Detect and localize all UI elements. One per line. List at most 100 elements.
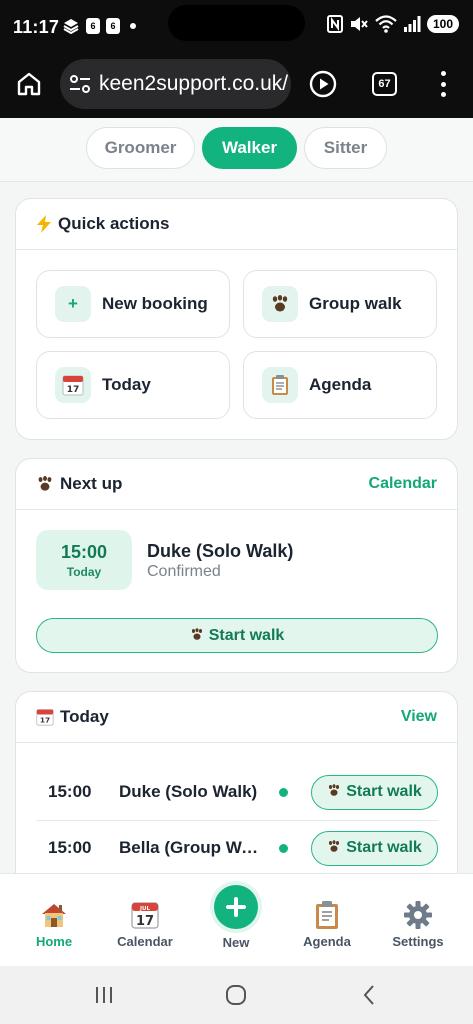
gear-icon — [403, 900, 433, 930]
today-button[interactable]: 17 Today — [36, 351, 230, 419]
nav-agenda-label: Agenda — [303, 934, 351, 949]
nav-settings[interactable]: Settings — [378, 874, 458, 967]
today-row[interactable]: 15:00 Duke (Solo Walk) Start walk — [36, 764, 438, 820]
role-tabs: Groomer Walker Sitter — [0, 118, 473, 182]
house-icon — [39, 900, 69, 930]
tab-switcher-button[interactable]: 67 — [372, 72, 397, 96]
play-circle-icon — [309, 70, 337, 98]
svg-text:17: 17 — [40, 716, 50, 725]
nav-calendar-label: Calendar — [117, 934, 173, 949]
recent-apps-button[interactable] — [91, 983, 117, 1007]
quick-actions-grid: + New booking Group walk 17 Today Agenda — [16, 250, 457, 439]
appointment-time: 15:00 — [60, 541, 108, 562]
paw-icon — [190, 627, 204, 644]
calendar-icon: 17 — [36, 708, 54, 726]
system-home-button[interactable] — [223, 983, 249, 1007]
quick-actions-header: Quick actions — [16, 199, 457, 250]
recent-apps-icon — [96, 987, 112, 1003]
url-text: keen2support.co.uk/ — [99, 72, 289, 95]
next-up-title: Next up — [60, 474, 123, 493]
camera-notch — [168, 5, 305, 41]
site-settings-icon[interactable] — [69, 74, 91, 94]
appointment-time-box: 15:00 Today — [36, 530, 132, 590]
tab-walker[interactable]: Walker — [202, 127, 297, 169]
plus-icon: + — [55, 286, 91, 322]
menu-dot-icon — [440, 81, 446, 87]
start-walk-label: Start walk — [208, 626, 285, 644]
address-bar[interactable]: keen2support.co.uk/ — [60, 59, 291, 109]
lightning-icon — [36, 215, 52, 233]
today-header: 17 Today View — [16, 692, 457, 743]
status-notification-icons: 6 6 — [62, 18, 136, 34]
tab-sitter[interactable]: Sitter — [304, 127, 387, 169]
bottom-nav: Home 17 JUL Calendar New Agenda Settings — [0, 873, 473, 966]
today-label: Today — [102, 375, 151, 394]
appointment-name[interactable]: Duke (Solo Walk) — [147, 541, 293, 562]
svg-text:JUL: JUL — [139, 906, 151, 912]
today-row[interactable]: 15:00 Bella (Group Walk) Start walk — [36, 820, 438, 876]
calendar-link[interactable]: Calendar — [369, 475, 437, 493]
menu-dot-icon — [440, 92, 446, 97]
nav-calendar[interactable]: 17 JUL Calendar — [105, 874, 185, 967]
stack-app-icon — [62, 18, 80, 34]
signal-icon — [403, 16, 421, 32]
browser-toolbar: keen2support.co.uk/ 67 — [0, 50, 473, 118]
start-walk-button[interactable]: Start walk — [311, 830, 438, 866]
back-chevron-icon — [363, 985, 374, 1005]
svg-text:17: 17 — [67, 385, 80, 395]
status-system-icons: 100 — [327, 15, 459, 33]
status-dot-icon — [279, 787, 288, 797]
paw-icon — [327, 784, 341, 800]
media-play-button[interactable] — [309, 70, 337, 98]
paw-icon — [36, 476, 54, 492]
start-walk-button[interactable]: Start walk — [36, 618, 438, 653]
next-up-card: Next up Calendar 15:00 Today Duke (Solo … — [15, 458, 458, 673]
nfc-icon — [327, 15, 343, 33]
group-walk-label: Group walk — [309, 294, 402, 313]
calendar-icon: 17 JUL — [130, 900, 160, 930]
status-dot-icon — [279, 843, 288, 853]
calendar-notification-icon: 6 — [106, 18, 120, 34]
agenda-button[interactable]: Agenda — [243, 351, 437, 419]
view-link[interactable]: View — [401, 708, 437, 726]
paw-icon — [262, 286, 298, 322]
new-fab-button[interactable] — [214, 885, 258, 929]
status-time: 11:17 — [13, 17, 60, 37]
browser-home-button[interactable] — [14, 69, 44, 99]
mute-icon — [349, 15, 369, 33]
system-back-button[interactable] — [356, 983, 382, 1007]
battery-icon: 100 — [427, 15, 459, 33]
home-circle-icon — [226, 985, 246, 1005]
appointment-day: Today — [66, 564, 102, 579]
calendar-notification-icon: 6 — [86, 18, 100, 34]
system-navigation-bar — [0, 966, 473, 1024]
new-booking-button[interactable]: + New booking — [36, 270, 230, 338]
start-walk-label: Start walk — [346, 783, 422, 800]
nav-home[interactable]: Home — [14, 874, 94, 967]
row-time: 15:00 — [48, 782, 92, 801]
quick-actions-title: Quick actions — [58, 214, 170, 233]
nav-settings-label: Settings — [392, 934, 444, 949]
plus-icon — [226, 897, 246, 917]
group-walk-button[interactable]: Group walk — [243, 270, 437, 338]
clipboard-icon — [312, 900, 342, 930]
home-icon — [17, 72, 41, 96]
row-time: 15:00 — [48, 838, 92, 857]
row-name: Duke (Solo Walk) — [119, 782, 258, 801]
nav-agenda[interactable]: Agenda — [287, 874, 367, 967]
svg-text:17: 17 — [136, 914, 154, 929]
status-bar: 11:17 6 6 100 — [0, 0, 473, 50]
nav-new-label: New — [222, 935, 250, 950]
nav-home-label: Home — [35, 934, 73, 949]
next-up-header: Next up Calendar — [16, 459, 457, 510]
calendar-icon: 17 — [55, 367, 91, 403]
more-notifications-dot-icon — [130, 23, 136, 29]
menu-dot-icon — [440, 71, 446, 76]
clipboard-icon — [262, 367, 298, 403]
appointment-status: Confirmed — [147, 563, 221, 580]
browser-menu-button[interactable] — [437, 71, 449, 97]
start-walk-button[interactable]: Start walk — [311, 774, 438, 810]
tab-groomer[interactable]: Groomer — [86, 127, 195, 169]
today-title: Today — [60, 707, 109, 726]
agenda-label: Agenda — [309, 375, 372, 394]
